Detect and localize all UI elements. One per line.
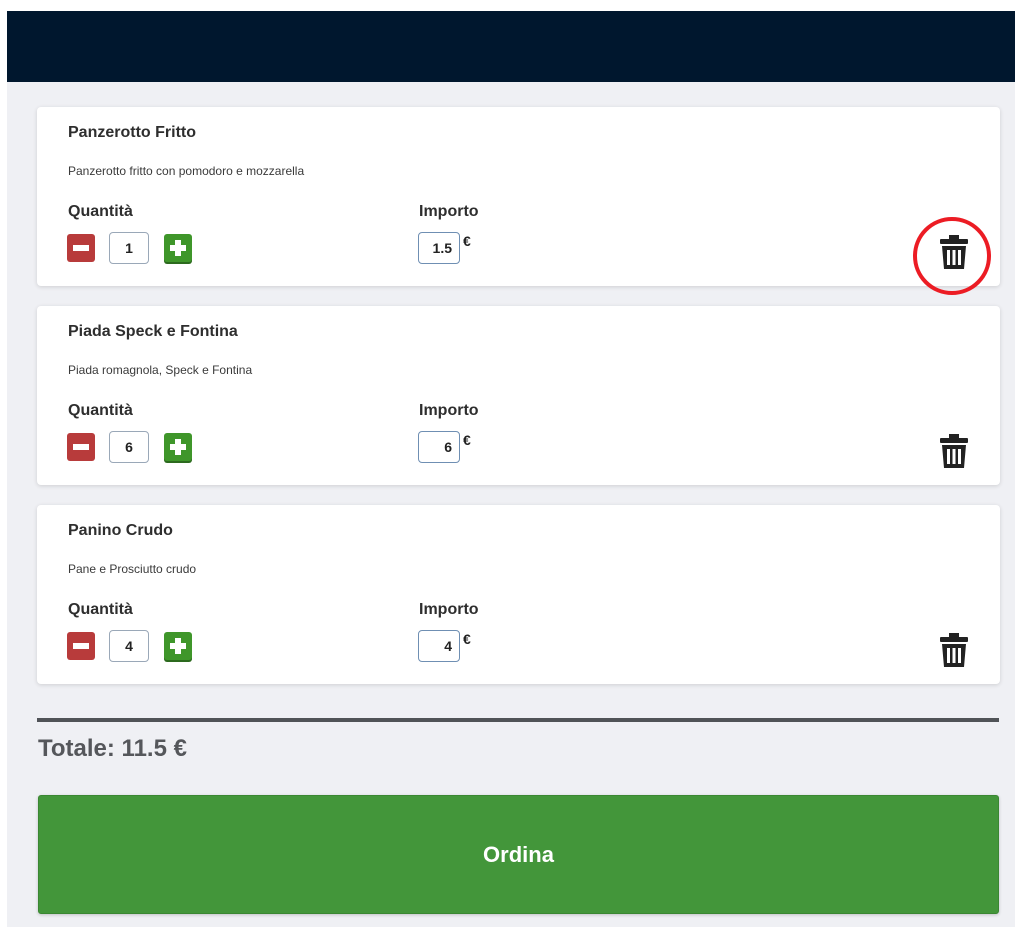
trash-icon[interactable] [938,633,970,667]
quantity-input[interactable]: 4 [109,630,149,662]
increment-quantity-button[interactable] [164,433,192,461]
amount-field: 6 [418,431,460,463]
currency-symbol: € [463,631,471,647]
increment-quantity-button[interactable] [164,632,192,660]
decrement-quantity-button[interactable] [67,632,95,660]
decrement-quantity-button[interactable] [67,234,95,262]
item-description: Piada romagnola, Speck e Fontina [68,363,253,377]
item-description: Panzerotto fritto con pomodoro e mozzare… [68,164,305,178]
cart-item-card: Panino Crudo Pane e Prosciutto crudo Qua… [37,505,1000,684]
currency-symbol: € [463,432,471,448]
quantity-label: Quantità [68,402,133,419]
order-total: Totale: 11.5 € [38,735,187,762]
decrement-quantity-button[interactable] [67,433,95,461]
item-name: Panino Crudo [68,522,173,539]
trash-icon[interactable] [938,434,970,468]
quantity-input[interactable]: 6 [109,431,149,463]
increment-quantity-button[interactable] [164,234,192,262]
top-navigation-bar [7,11,1015,82]
cart-item-card: Panzerotto Fritto Panzerotto fritto con … [37,107,1000,286]
order-button[interactable]: Ordina [38,795,999,914]
item-description: Pane e Prosciutto crudo [68,562,197,576]
item-name: Panzerotto Fritto [68,124,196,141]
item-name: Piada Speck e Fontina [68,323,238,340]
quantity-label: Quantità [68,601,133,618]
currency-symbol: € [463,233,471,249]
amount-label: Importo [419,601,479,618]
amount-label: Importo [419,402,479,419]
app-container: Panzerotto Fritto Panzerotto fritto con … [7,11,1015,927]
total-divider [37,718,999,722]
cart-item-card: Piada Speck e Fontina Piada romagnola, S… [37,306,1000,485]
amount-field: 4 [418,630,460,662]
amount-label: Importo [419,203,479,220]
annotation-circle [913,217,991,295]
quantity-label: Quantità [68,203,133,220]
amount-field: 1.5 [418,232,460,264]
quantity-input[interactable]: 1 [109,232,149,264]
